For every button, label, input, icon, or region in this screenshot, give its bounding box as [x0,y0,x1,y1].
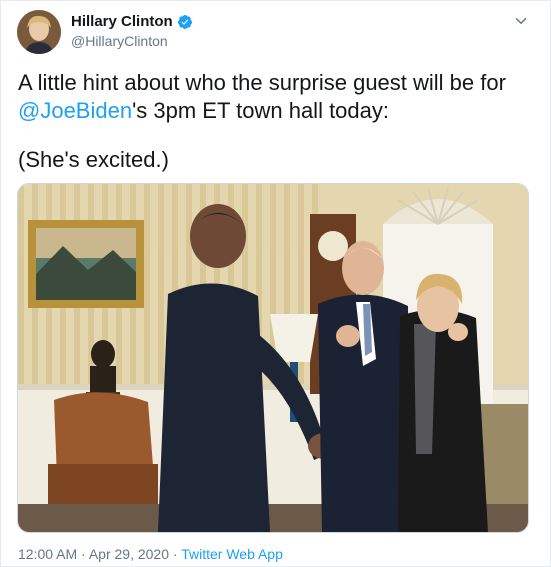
author-avatar[interactable] [17,10,61,54]
tweet-time[interactable]: 12:00 AM [18,546,77,562]
mention-link[interactable]: @JoeBiden [18,98,132,123]
tweet-meta: 12:00 AM · Apr 29, 2020 · Twitter Web Ap… [18,546,283,562]
tweet-date[interactable]: Apr 29, 2020 [89,546,169,562]
meta-separator: · [169,546,182,562]
meta-separator: · [77,546,89,562]
tweet-photo[interactable] [17,183,529,533]
verified-badge-icon [177,14,192,29]
photo-illustration [18,184,528,532]
author-name[interactable]: Hillary Clinton [71,13,173,30]
tweet-text-part2: 's 3pm ET town hall today: [132,98,389,123]
tweet-text: A little hint about who the surprise gue… [18,69,528,125]
author-name-row[interactable]: Hillary Clinton [71,13,193,30]
tweet-text-part1: A little hint about who the surprise gue… [18,70,506,95]
author-handle[interactable]: @HillaryClinton [71,33,168,49]
avatar-image [17,10,61,54]
source-app-link[interactable]: Twitter Web App [181,546,283,562]
tweet-text-line2: (She's excited.) [18,147,169,172]
chevron-down-icon[interactable] [512,12,530,30]
